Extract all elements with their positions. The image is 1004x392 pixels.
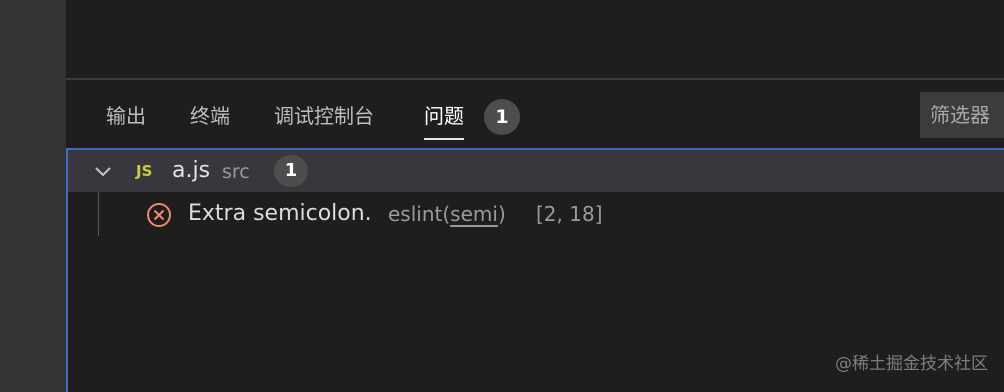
problem-message: Extra semicolon. (188, 201, 372, 226)
chevron-down-icon[interactable] (92, 160, 114, 182)
file-directory: src (222, 161, 250, 183)
watermark-text: @稀土掘金技术社区 (835, 354, 988, 374)
javascript-icon: JS (136, 162, 153, 180)
tab-terminal[interactable]: 终端 (190, 102, 230, 134)
panel-tabs: 输出 终端 调试控制台 问题 1 筛选器 (66, 80, 1004, 148)
tab-problems[interactable]: 问题 (424, 102, 464, 140)
tab-output[interactable]: 输出 (106, 102, 146, 134)
file-name: a.js (172, 158, 211, 183)
problem-source: eslint(semi) (388, 201, 506, 227)
activity-bar (0, 0, 66, 392)
problem-item[interactable]: Extra semicolon. eslint(semi) [2, 18] (68, 192, 1004, 236)
editor-area (66, 0, 1004, 78)
error-circle-icon (147, 203, 171, 227)
problems-count-badge: 1 (484, 99, 520, 135)
problem-source-prefix: eslint( (388, 202, 451, 226)
tab-debug-console[interactable]: 调试控制台 (274, 102, 374, 134)
rule-code-link[interactable]: semi (450, 202, 498, 226)
problem-source-suffix: ) (497, 202, 506, 226)
problem-file-row[interactable]: JS a.js src 1 (68, 150, 1004, 192)
vscode-window: 输出 终端 调试控制台 问题 1 筛选器 JS a.js src 1 Extra… (0, 0, 1004, 392)
problem-position: [2, 18] (536, 202, 603, 226)
filter-input[interactable]: 筛选器 (920, 92, 1004, 138)
file-problem-count-badge: 1 (274, 155, 308, 187)
